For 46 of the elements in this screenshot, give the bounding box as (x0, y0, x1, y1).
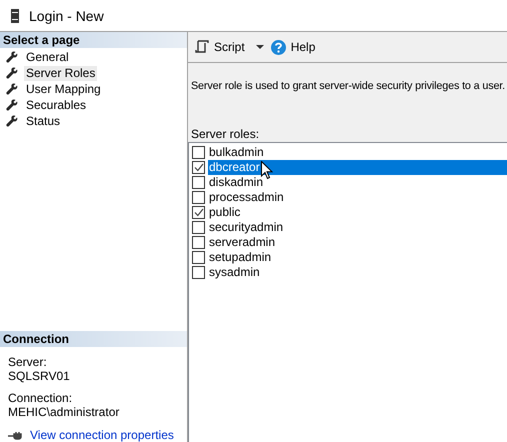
role-checkbox[interactable] (192, 146, 205, 159)
role-checkbox[interactable] (192, 191, 205, 204)
role-checkbox[interactable] (192, 176, 205, 189)
page-item[interactable]: Securables (24, 98, 88, 112)
role-item[interactable]: securityadmin (208, 220, 507, 235)
server-name: SQLSRV01 (8, 369, 71, 383)
role-item[interactable]: serveradmin (208, 235, 507, 250)
caret-icon (256, 44, 265, 50)
roles-label: Server roles: (190, 126, 260, 141)
script-button[interactable]: Script (195, 40, 265, 54)
plug-icon (8, 430, 22, 440)
help-icon (270, 40, 286, 54)
description-text: Server role is used to grant server-wide security privileges to a user. (190, 79, 505, 92)
help-button[interactable]: Help (270, 40, 316, 54)
wrench-icon (6, 51, 18, 63)
role-item[interactable]: processadmin (208, 190, 507, 205)
role-item[interactable]: public (208, 205, 507, 220)
wrench-icon (6, 67, 18, 79)
page-item[interactable]: General (24, 50, 71, 64)
role-item[interactable]: sysadmin (208, 265, 507, 280)
role-checkbox[interactable] (192, 206, 205, 219)
role-checkbox[interactable] (192, 266, 205, 279)
role-checkbox[interactable] (192, 236, 205, 249)
wrench-icon (6, 99, 18, 111)
section-header: Connection (0, 331, 187, 347)
cursor-icon (261, 161, 273, 180)
role-item[interactable]: setupadmin (208, 250, 507, 265)
role-item[interactable]: dbcreator (208, 160, 507, 175)
server-label: Server: (8, 355, 48, 369)
role-checkbox[interactable] (192, 161, 205, 174)
role-item[interactable]: bulkadmin (208, 145, 507, 160)
window-title: Login - New (29, 8, 104, 24)
section-header: Select a page (0, 32, 187, 48)
server-icon (11, 8, 19, 22)
connection-user: MEHIC\administrator (8, 405, 120, 419)
connection-label: Connection: (8, 391, 74, 405)
page-item[interactable]: User Mapping (24, 82, 103, 96)
role-item[interactable]: diskadmin (208, 175, 507, 190)
page-item[interactable]: Status (24, 114, 62, 128)
script-icon (195, 40, 209, 54)
role-checkbox[interactable] (192, 221, 205, 234)
role-checkbox[interactable] (192, 251, 205, 264)
view-connection-link[interactable]: View connection properties (30, 428, 174, 442)
wrench-icon (6, 83, 18, 95)
page-item[interactable]: Server Roles (24, 66, 98, 80)
wrench-icon (6, 115, 18, 127)
